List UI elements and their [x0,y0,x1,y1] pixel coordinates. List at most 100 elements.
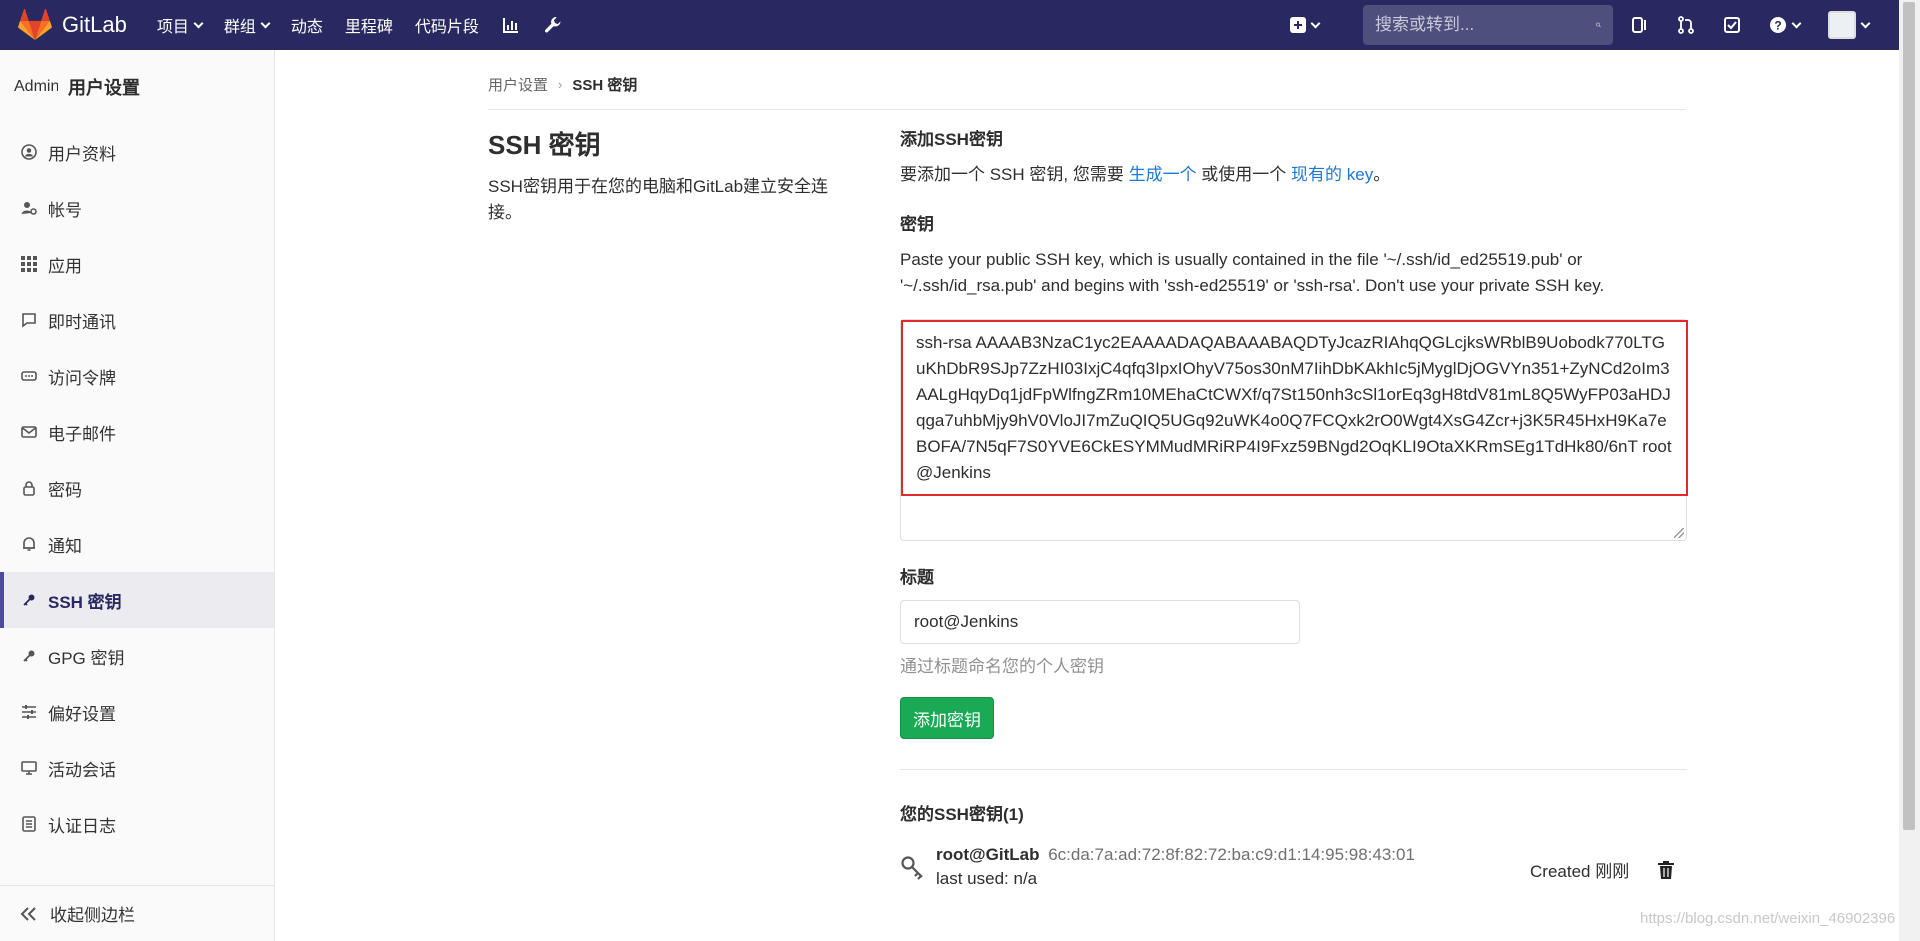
sidebar-item-notifications[interactable]: 通知 [0,516,274,572]
admin-wrench-icon[interactable] [543,15,563,35]
top-navbar: GitLab 项目 群组 动态 里程碑 代码片段 搜索或转到... ? [0,0,1899,50]
add-key-button[interactable]: 添加密钥 [900,697,994,739]
title-label: 标题 [900,568,934,587]
trash-icon[interactable] [1658,861,1674,879]
sidebar-item-chat[interactable]: 即时通讯 [0,292,274,348]
log-list-icon [20,815,38,833]
sidebar-item-access-tokens[interactable]: 访问令牌 [0,348,274,404]
sidebar-item-label: 访问令牌 [48,368,116,388]
generate-key-link[interactable]: 生成一个 [1129,165,1197,184]
chevron-down-icon [1791,18,1802,28]
account-gear-icon [20,199,38,217]
sidebar-item-account[interactable]: 帐号 [0,180,274,236]
chevron-down-icon [193,18,204,28]
search-icon [1596,22,1601,28]
sidebar-item-label: 帐号 [48,200,82,220]
sidebar-item-gpg-keys[interactable]: GPG 密钥 [0,628,274,684]
double-chevron-left-icon [20,906,38,922]
chat-bubble-icon [20,311,38,329]
page-intro: SSH 密钥 SSH密钥用于在您的电脑和GitLab建立安全连接。 [488,125,838,226]
sidebar-item-label: 即时通讯 [48,312,116,332]
todo-check-icon[interactable] [1723,16,1741,34]
applications-grid-icon [20,255,38,273]
breadcrumb: 用户设置 › SSH 密钥 [488,60,1686,110]
search-box[interactable] [1363,5,1613,45]
sidebar-item-label: SSH 密钥 [48,592,122,612]
sidebar-item-label: 活动会话 [48,760,116,780]
token-icon [20,367,38,385]
user-profile-icon [20,143,38,161]
chevron-down-icon [1310,18,1321,28]
issues-icon[interactable] [1631,16,1649,34]
watermark: https://blog.csdn.net/weixin_46902396 [1640,910,1896,927]
sidebar-item-label: GPG 密钥 [48,648,125,668]
collapse-sidebar-button[interactable]: 收起侧边栏 [0,885,274,941]
nav-right: ? [1290,0,1899,50]
sidebar-item-label: 通知 [48,536,82,556]
scrollbar-thumb[interactable] [1903,2,1915,830]
brand-name: GitLab [62,12,127,37]
existing-key-link[interactable]: 现有的 key [1291,165,1373,184]
key-textarea[interactable] [901,320,1688,496]
key-icon [20,591,38,609]
sidebar-item-password[interactable]: 密码 [0,460,274,516]
sidebar-item-emails[interactable]: 电子邮件 [0,404,274,460]
key-last-used: last used: n/a [936,869,1038,888]
nav-menu: 项目 群组 动态 里程碑 代码片段 [157,13,585,37]
resize-handle-icon[interactable] [1674,528,1684,538]
key-fingerprint: 6c:da:7a:ad:72:8f:82:72:ba:c9:d1:14:95:9… [1048,845,1415,864]
key-icon [20,647,38,665]
search-input[interactable] [1375,15,1596,35]
sidebar-item-profile[interactable]: 用户资料 [0,124,274,180]
key-title[interactable]: root@GitLab [936,845,1039,864]
breadcrumb-parent[interactable]: 用户设置 [488,74,548,95]
gitlab-brand[interactable]: GitLab [18,9,127,41]
activity-chart-icon[interactable] [501,15,521,35]
title-input[interactable] [900,600,1300,644]
nav-activity-label: 动态 [290,19,323,36]
chevron-right-icon: › [558,77,563,92]
list-item[interactable]: root@GitLab 6c:da:7a:ad:72:8f:82:72:ba:c… [900,845,1687,895]
monitor-icon [20,759,38,777]
sidebar-item-label: 密码 [48,480,82,500]
nav-activity[interactable]: 动态 [291,13,323,37]
key-created: Created 刚刚 [1530,862,1630,881]
page-scrollbar[interactable] [1899,0,1920,941]
intro-text: 或使用一个 [1196,165,1292,184]
key-info: root@GitLab 6c:da:7a:ad:72:8f:82:72:ba:c… [936,845,1415,889]
breadcrumb-current[interactable]: SSH 密钥 [572,74,637,95]
sidebar-item-ssh-keys[interactable]: SSH 密钥 [0,572,274,628]
nav-milestones-label: 里程碑 [344,19,393,36]
sidebar-title: 用户设置 [68,78,140,98]
merge-request-icon[interactable] [1677,16,1695,34]
key-textarea-wrapper [900,319,1688,541]
nav-groups[interactable]: 群组 [224,13,271,37]
help-icon[interactable]: ? [1769,16,1802,34]
nav-projects[interactable]: 项目 [156,13,204,37]
avatar [1828,11,1856,39]
sidebar-header[interactable]: Admin 用户设置 [0,50,274,124]
nav-projects-label: 项目 [156,19,189,36]
key-label: 密钥 [900,215,934,234]
add-key-intro: 要添加一个 SSH 密钥, 您需要 生成一个 或使用一个 现有的 key。 [900,162,1687,188]
settings-sidebar: Admin 用户设置 用户资料 帐号 应用 即时通讯 访问令牌 电子邮件 密码 … [0,50,275,941]
chevron-down-icon [1860,18,1871,28]
sidebar-item-active-sessions[interactable]: 活动会话 [0,740,274,796]
plus-square-icon[interactable] [1290,17,1321,33]
user-menu[interactable] [1828,11,1871,39]
sidebar-item-auth-log[interactable]: 认证日志 [0,796,274,852]
divider [900,769,1687,770]
avatar: Admin [14,78,58,95]
nav-snippets[interactable]: 代码片段 [415,13,479,37]
intro-text: 要添加一个 SSH 密钥, 您需要 [900,165,1129,184]
collapse-sidebar-label: 收起侧边栏 [50,906,135,925]
nav-snippets-label: 代码片段 [414,19,479,36]
sidebar-item-preferences[interactable]: 偏好设置 [0,684,274,740]
nav-milestones[interactable]: 里程碑 [345,13,393,37]
page-title: SSH 密钥 [488,130,601,160]
intro-text: 。 [1373,165,1391,184]
sidebar-item-label: 用户资料 [48,144,116,164]
bell-icon [20,535,38,553]
sidebar-item-applications[interactable]: 应用 [0,236,274,292]
gitlab-logo-icon [18,9,52,40]
